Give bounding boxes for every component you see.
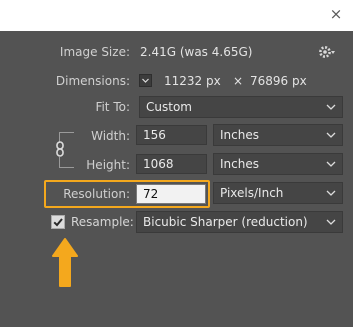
dimensions-label: Dimensions:	[55, 74, 130, 88]
close-icon[interactable]: ×	[328, 6, 344, 22]
gear-icon[interactable]	[319, 45, 337, 59]
width-input[interactable]: 156	[136, 125, 207, 145]
height-unit-value: Inches	[220, 157, 259, 171]
fit-to-label: Fit To:	[95, 100, 130, 114]
resolution-label: Resolution:	[63, 187, 130, 201]
dimensions-unit-toggle[interactable]	[139, 74, 152, 87]
resample-value: Bicubic Sharper (reduction)	[143, 215, 308, 229]
width-label: Width:	[91, 129, 130, 143]
chevron-down-icon	[326, 104, 336, 110]
chevron-down-icon	[326, 132, 336, 138]
dimensions-times: ×	[233, 74, 244, 88]
chevron-down-icon	[326, 190, 336, 196]
dimensions-height-value: 76896 px	[250, 74, 307, 88]
width-unit-select[interactable]: Inches	[213, 124, 343, 146]
chevron-down-icon	[326, 219, 336, 225]
dimensions-width-value: 11232 px	[164, 74, 221, 88]
resolution-unit-select[interactable]: Pixels/Inch	[213, 182, 343, 204]
fit-to-select[interactable]: Custom	[139, 96, 343, 118]
image-size-value: 2.41G (was 4.65G)	[140, 45, 253, 59]
chain-link-icon[interactable]	[54, 141, 66, 157]
title-bar: ×	[0, 0, 353, 31]
arrow-up-icon	[52, 238, 78, 287]
height-label: Height:	[86, 158, 130, 172]
resample-label: Resample:	[71, 215, 134, 229]
height-input[interactable]: 1068	[136, 154, 207, 174]
resample-checkbox[interactable]	[51, 215, 65, 229]
image-size-label: Image Size:	[59, 45, 130, 59]
resolution-unit-value: Pixels/Inch	[220, 186, 284, 200]
chevron-down-icon	[326, 161, 336, 167]
height-unit-select[interactable]: Inches	[213, 153, 343, 175]
chevron-down-icon	[142, 78, 149, 83]
fit-to-value: Custom	[146, 100, 192, 114]
resolution-input[interactable]: 72	[136, 184, 206, 204]
resample-select[interactable]: Bicubic Sharper (reduction)	[136, 211, 343, 233]
width-unit-value: Inches	[220, 128, 259, 142]
checkmark-icon	[53, 218, 63, 227]
